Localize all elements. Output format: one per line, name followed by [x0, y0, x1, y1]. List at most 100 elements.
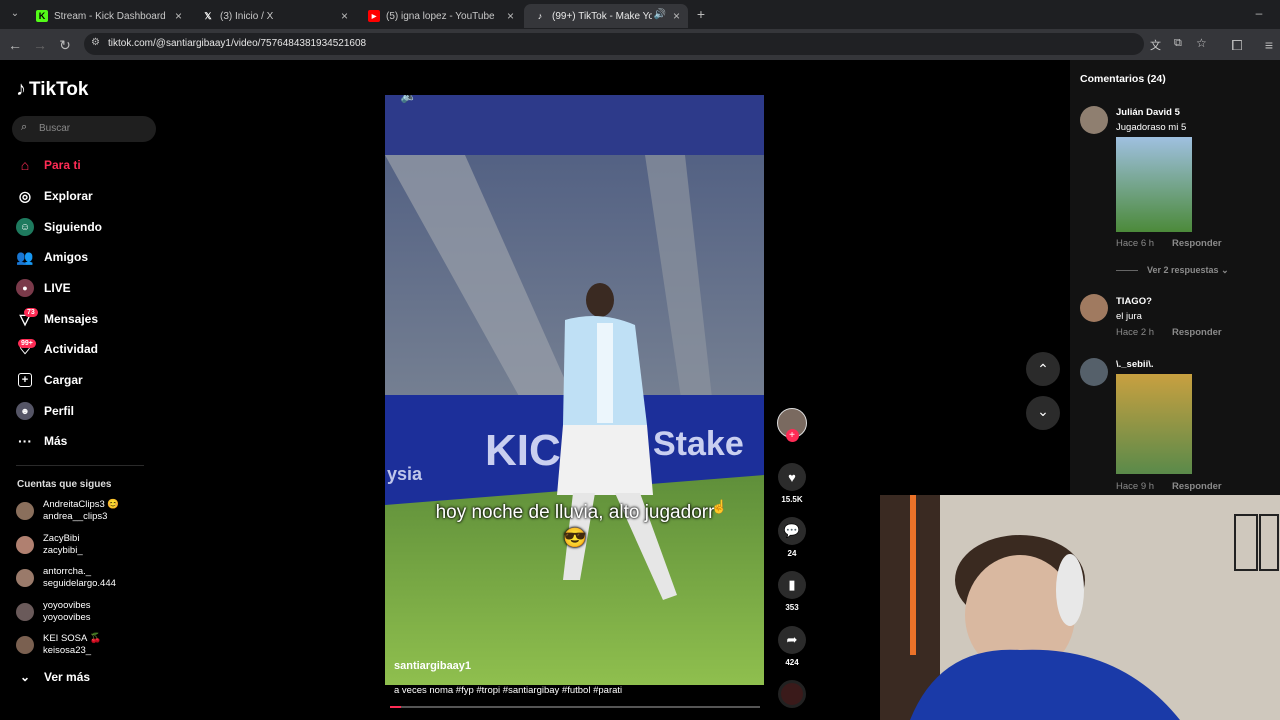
back-icon[interactable]: ←: [6, 36, 24, 54]
close-icon[interactable]: ×: [175, 9, 182, 23]
nav-label: Explorar: [44, 189, 93, 203]
svg-text:Stake: Stake: [653, 425, 744, 463]
comment-author[interactable]: Julián David 5: [1116, 107, 1180, 118]
tiktok-logo[interactable]: ♪ TikTok: [16, 78, 88, 101]
nav-item-siguiendo[interactable]: ☺ Siguiendo: [16, 214, 102, 240]
messages-badge: 73: [24, 308, 38, 317]
view-replies-button[interactable]: Ver 2 respuestas ⌄: [1147, 265, 1229, 276]
share-button[interactable]: ➦ 424: [776, 626, 808, 667]
nav-label: Más: [44, 434, 68, 448]
following-title: Cuentas que sigues: [17, 479, 112, 490]
nav-item-mas[interactable]: ··· Más: [16, 428, 67, 454]
comment-count: 24: [787, 549, 797, 558]
more-icon: ···: [18, 433, 32, 449]
search-placeholder: Buscar: [39, 123, 71, 134]
following-name: KEI SOSA 🍒: [43, 633, 102, 644]
comment-author[interactable]: \._sebii\.: [1116, 359, 1154, 370]
avatar: [16, 636, 34, 654]
video-player[interactable]: KICK Stake ysia 🔈 ··· hoy noche de lluvi…: [385, 95, 764, 685]
forward-icon[interactable]: →: [31, 36, 49, 54]
minimize-icon[interactable]: –: [1250, 4, 1268, 22]
webcam-overlay: [880, 495, 1280, 720]
close-icon[interactable]: ×: [507, 9, 514, 23]
comment-author[interactable]: TIAGO?: [1116, 296, 1152, 307]
nav-label: Para ti: [44, 158, 81, 172]
search-input[interactable]: ⌕ Buscar: [12, 116, 156, 142]
friends-icon: 👥: [16, 248, 34, 265]
avatar[interactable]: [1080, 358, 1108, 386]
menu-icon[interactable]: ≡: [1260, 36, 1278, 54]
like-count: 15.5K: [781, 495, 803, 504]
close-icon[interactable]: ×: [673, 9, 680, 23]
nav-item-explorar[interactable]: ◎ Explorar: [16, 183, 93, 209]
share-icon: ➦: [778, 626, 806, 654]
more-options-icon[interactable]: ···: [734, 95, 750, 101]
nav-item-para-ti[interactable]: ⌂ Para ti: [16, 152, 81, 178]
volume-icon[interactable]: 🔈: [400, 95, 417, 104]
reply-button[interactable]: Responder: [1172, 481, 1222, 492]
cast-icon[interactable]: ⧉: [1174, 37, 1182, 50]
tab-youtube[interactable]: ▶ (5) igna lopez - YouTube ×: [358, 4, 522, 28]
comment-image[interactable]: [1116, 137, 1192, 232]
view-replies-label: Ver 2 respuestas: [1147, 265, 1219, 275]
cursor-icon: ☝: [711, 499, 728, 514]
following-item[interactable]: KEI SOSA 🍒 keisosa23_: [16, 630, 101, 660]
following-item[interactable]: yoyoovibes yoyoovibes: [16, 597, 91, 627]
tab-title: (99+) TikTok - Make Your Day: [552, 10, 652, 22]
speaker-icon[interactable]: 🔊: [654, 9, 666, 20]
sound-disc-button[interactable]: [776, 680, 808, 708]
avatar: [16, 569, 34, 587]
tab-list-icon[interactable]: ⌄: [6, 5, 24, 23]
video-progress-bar[interactable]: [390, 706, 760, 708]
following-handle: seguidelargo.444: [43, 578, 116, 589]
save-button[interactable]: ▮ 353: [776, 571, 808, 612]
see-more-button[interactable]: ⌄ Ver más: [16, 664, 90, 690]
comment-button[interactable]: 💬 24: [776, 517, 808, 558]
nav-label: Siguiendo: [44, 220, 102, 234]
extensions-icon[interactable]: ⧠: [1228, 36, 1246, 54]
video-author[interactable]: santiargibaay1: [394, 660, 471, 672]
comment-image[interactable]: [1116, 374, 1192, 474]
home-icon: ⌂: [20, 157, 30, 173]
kick-icon: K: [36, 10, 48, 22]
following-handle: andrea__clips3: [43, 511, 108, 522]
following-name: ZacyBibi: [43, 533, 80, 544]
avatar[interactable]: [1080, 106, 1108, 134]
translate-icon[interactable]: 文: [1150, 37, 1161, 53]
reload-icon[interactable]: ↻: [56, 36, 74, 54]
avatar: [16, 603, 34, 621]
following-item[interactable]: ZacyBibi zacybibi_: [16, 530, 83, 560]
previous-video-button[interactable]: ⌃: [1026, 352, 1060, 386]
reply-button[interactable]: Responder: [1172, 238, 1222, 249]
tab-kick[interactable]: K Stream - Kick Dashboard ×: [26, 4, 190, 28]
nav-item-live[interactable]: ● LIVE: [16, 275, 71, 301]
new-tab-icon[interactable]: +: [692, 5, 710, 23]
follow-plus-icon[interactable]: +: [785, 429, 799, 442]
nav-label: LIVE: [44, 281, 71, 295]
avatar[interactable]: [1080, 294, 1108, 322]
close-icon[interactable]: ×: [341, 9, 348, 23]
nav-item-amigos[interactable]: 👥 Amigos: [16, 244, 88, 270]
video-frame: KICK Stake ysia: [385, 95, 764, 685]
site-info-icon[interactable]: ⚙: [91, 37, 100, 48]
video-progress-fill: [390, 706, 402, 708]
author-avatar-button[interactable]: +: [776, 408, 808, 442]
nav-item-perfil[interactable]: ☻ Perfil: [16, 398, 74, 424]
profile-icon: ☻: [16, 402, 34, 420]
see-more-label: Ver más: [44, 670, 91, 684]
comments-title: Comentarios (24): [1080, 73, 1166, 85]
reply-button[interactable]: Responder: [1172, 327, 1222, 338]
following-item[interactable]: antorrcha._ seguidelargo.444: [16, 563, 116, 593]
tab-x[interactable]: 𝕏 (3) Inicio / X ×: [192, 4, 356, 28]
music-disc-icon: [778, 680, 806, 708]
comment-icon: 💬: [778, 517, 806, 545]
bookmark-star-icon[interactable]: ☆: [1196, 36, 1207, 50]
next-video-button[interactable]: ⌄: [1026, 396, 1060, 430]
browser-tab-bar: ⌄ K Stream - Kick Dashboard × 𝕏 (3) Inic…: [0, 0, 1280, 29]
following-item[interactable]: AndreitaClips3 😊 andrea__clips3: [16, 496, 119, 526]
nav-item-cargar[interactable]: + Cargar: [16, 367, 83, 393]
following-name: AndreitaClips3 😊: [43, 499, 120, 510]
url-input[interactable]: ⚙ tiktok.com/@santiargibaay1/video/75764…: [84, 33, 1207, 55]
tab-tiktok[interactable]: ♪ (99+) TikTok - Make Your Day 🔊 ×: [524, 4, 688, 28]
like-button[interactable]: ♥ 15.5K: [776, 463, 808, 504]
